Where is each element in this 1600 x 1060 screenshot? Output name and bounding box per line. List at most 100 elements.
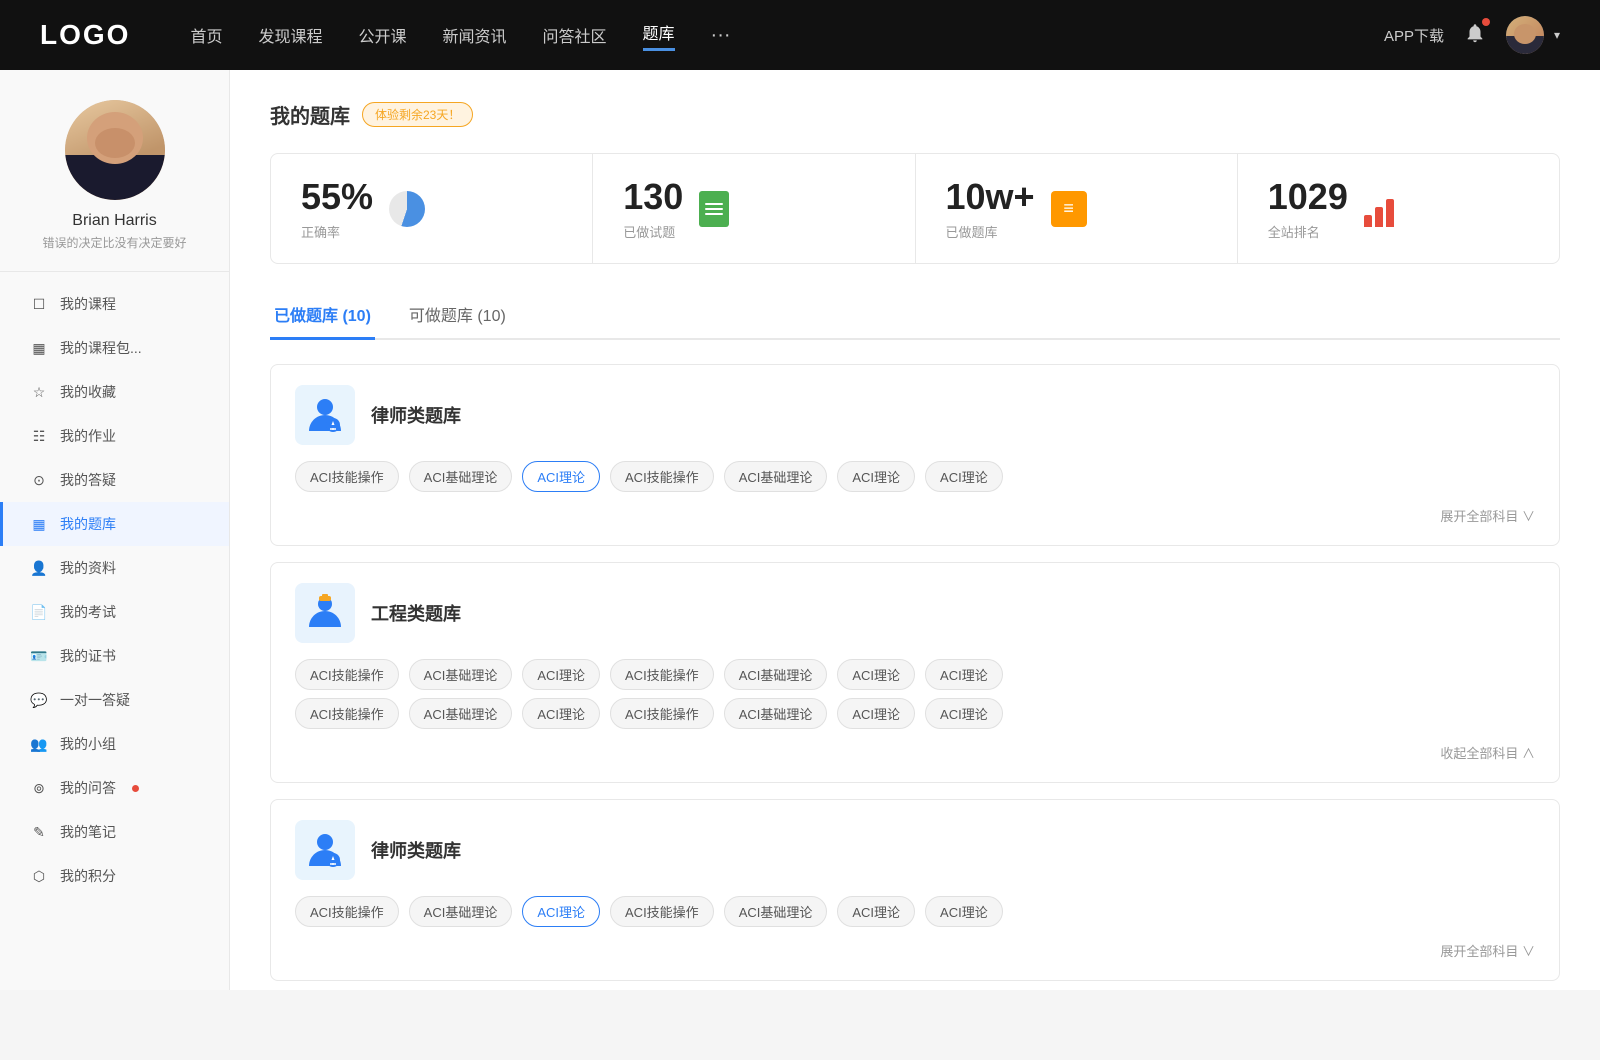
tag-2-1[interactable]: ACI基础理论: [409, 896, 513, 927]
doc-line-1: [705, 203, 723, 205]
stats-row: 55% 正确率 130 已做试题: [270, 153, 1560, 264]
stat-accuracy-label: 正确率: [301, 222, 373, 241]
sidebar-item-certificate[interactable]: 🪪 我的证书: [0, 634, 229, 678]
tag-0-3[interactable]: ACI技能操作: [610, 461, 714, 492]
tag-0-4[interactable]: ACI基础理论: [724, 461, 828, 492]
trial-badge: 体验剩余23天！: [362, 102, 473, 127]
nav-qbank[interactable]: 题库: [643, 20, 675, 51]
qbank-card-2-expand[interactable]: 展开全部科目 ∨: [295, 935, 1535, 960]
bank-icon: ≡: [1051, 191, 1087, 227]
tag-1-1[interactable]: ACI基础理论: [409, 659, 513, 690]
app-download-button[interactable]: APP下载: [1384, 25, 1444, 46]
tag-0-6[interactable]: ACI理论: [925, 461, 1003, 492]
sidebar-item-my-qa[interactable]: ⊚ 我的问答: [0, 766, 229, 810]
header: LOGO 首页 发现课程 公开课 新闻资讯 问答社区 题库 ··· APP下载 …: [0, 0, 1600, 70]
profile-section: Brian Harris 错误的决定比没有决定要好: [0, 100, 229, 272]
tag-1-3[interactable]: ACI技能操作: [610, 659, 714, 690]
profile-motto: 错误的决定比没有决定要好: [42, 234, 186, 251]
qbank-card-2-title: 律师类题库: [371, 837, 461, 863]
user-menu[interactable]: ▾: [1506, 16, 1560, 54]
stat-done-banks: 10w+ 已做题库 ≡: [916, 154, 1238, 263]
sidebar-item-points[interactable]: ⬡ 我的积分: [0, 854, 229, 898]
main-nav: 首页 发现课程 公开课 新闻资讯 问答社区 题库 ···: [190, 20, 1384, 51]
nav-qa[interactable]: 问答社区: [543, 23, 607, 47]
user-avatar[interactable]: [1506, 16, 1544, 54]
sidebar-item-course-package[interactable]: ▦ 我的课程包...: [0, 326, 229, 370]
tag-1-13[interactable]: ACI理论: [925, 698, 1003, 729]
page-header: 我的题库 体验剩余23天！: [270, 100, 1560, 129]
content-area: 我的题库 体验剩余23天！ 55% 正确率 130 已做试题: [230, 70, 1600, 990]
sidebar-item-profile[interactable]: 👤 我的资料: [0, 546, 229, 590]
nav-news[interactable]: 新闻资讯: [443, 23, 507, 47]
user-chevron-down-icon[interactable]: ▾: [1554, 28, 1560, 42]
stat-done-questions-value: 130: [623, 176, 683, 218]
question-circle-icon: ⊙: [30, 471, 48, 489]
tag-1-9[interactable]: ACI理论: [522, 698, 600, 729]
tag-1-12[interactable]: ACI理论: [837, 698, 915, 729]
tabs: 已做题库 (10) 可做题库 (10): [270, 292, 1560, 340]
qbank-card-0-title: 律师类题库: [371, 402, 461, 428]
stat-done-banks-value: 10w+: [946, 176, 1035, 218]
nav-more[interactable]: ···: [711, 24, 731, 47]
tag-1-6[interactable]: ACI理论: [925, 659, 1003, 690]
tag-2-2[interactable]: ACI理论: [522, 896, 600, 927]
tag-1-0[interactable]: ACI技能操作: [295, 659, 399, 690]
tag-2-6[interactable]: ACI理论: [925, 896, 1003, 927]
coin-icon: ⬡: [30, 867, 48, 885]
tag-2-4[interactable]: ACI基础理论: [724, 896, 828, 927]
tag-2-3[interactable]: ACI技能操作: [610, 896, 714, 927]
sidebar-item-group[interactable]: 👥 我的小组: [0, 722, 229, 766]
qbank-icon-1: [295, 583, 355, 643]
tag-0-5[interactable]: ACI理论: [837, 461, 915, 492]
tab-todo[interactable]: 可做题库 (10): [405, 292, 510, 338]
tag-1-11[interactable]: ACI基础理论: [724, 698, 828, 729]
rank-chart-icon: [1364, 191, 1400, 227]
chart-bar-2: [1375, 207, 1383, 227]
tag-0-2[interactable]: ACI理论: [522, 461, 600, 492]
sidebar-item-exam[interactable]: 📄 我的考试: [0, 590, 229, 634]
nav-home[interactable]: 首页: [190, 23, 222, 47]
sidebar-item-my-answers[interactable]: ⊙ 我的答疑: [0, 458, 229, 502]
lawyer-icon: [303, 393, 347, 437]
logo[interactable]: LOGO: [40, 19, 130, 51]
qbank-card-2-tags: ACI技能操作 ACI基础理论 ACI理论 ACI技能操作 ACI基础理论 AC…: [295, 896, 1535, 927]
tag-0-0[interactable]: ACI技能操作: [295, 461, 399, 492]
stat-rank: 1029 全站排名: [1238, 154, 1559, 263]
sidebar-item-favorites[interactable]: ☆ 我的收藏: [0, 370, 229, 414]
tag-2-5[interactable]: ACI理论: [837, 896, 915, 927]
stat-rank-label: 全站排名: [1268, 222, 1348, 241]
tag-2-0[interactable]: ACI技能操作: [295, 896, 399, 927]
sidebar-item-notes[interactable]: ✎ 我的笔记: [0, 810, 229, 854]
sidebar-item-my-course[interactable]: ☐ 我的课程: [0, 282, 229, 326]
qbank-card-0-header: 律师类题库: [295, 385, 1535, 445]
notification-bell[interactable]: [1464, 22, 1486, 49]
nav-discover[interactable]: 发现课程: [258, 23, 322, 47]
exam-icon: 📄: [30, 603, 48, 621]
stat-done-questions: 130 已做试题: [593, 154, 915, 263]
qbank-card-0-expand[interactable]: 展开全部科目 ∨: [295, 500, 1535, 525]
qbank-card-0-tags: ACI技能操作 ACI基础理论 ACI理论 ACI技能操作 ACI基础理论 AC…: [295, 461, 1535, 492]
tag-1-8[interactable]: ACI基础理论: [409, 698, 513, 729]
sidebar-item-qbank[interactable]: ▦ 我的题库: [0, 502, 229, 546]
chat-icon: 💬: [30, 691, 48, 709]
tag-1-2[interactable]: ACI理论: [522, 659, 600, 690]
qbank-card-1-collapse[interactable]: 收起全部科目 ∧: [295, 737, 1535, 762]
tag-1-7[interactable]: ACI技能操作: [295, 698, 399, 729]
sidebar-item-tutor[interactable]: 💬 一对一答疑: [0, 678, 229, 722]
tag-1-5[interactable]: ACI理论: [837, 659, 915, 690]
tag-1-4[interactable]: ACI基础理论: [724, 659, 828, 690]
qbank-card-1-tags-row2: ACI技能操作 ACI基础理论 ACI理论 ACI技能操作 ACI基础理论 AC…: [295, 698, 1535, 729]
tag-0-1[interactable]: ACI基础理论: [409, 461, 513, 492]
profile-name: Brian Harris: [72, 212, 156, 230]
tab-done[interactable]: 已做题库 (10): [270, 292, 375, 338]
sidebar-item-homework[interactable]: ☷ 我的作业: [0, 414, 229, 458]
nav-open-course[interactable]: 公开课: [358, 23, 406, 47]
lawyer-icon-2: [303, 828, 347, 872]
qbank-card-1-header: 工程类题库: [295, 583, 1535, 643]
chart-bar-icon: ▦: [30, 339, 48, 357]
tag-1-10[interactable]: ACI技能操作: [610, 698, 714, 729]
star-icon: ☆: [30, 383, 48, 401]
bell-badge: [1482, 18, 1490, 26]
qbank-card-1-title: 工程类题库: [371, 600, 461, 626]
header-right: APP下载 ▾: [1384, 16, 1560, 54]
